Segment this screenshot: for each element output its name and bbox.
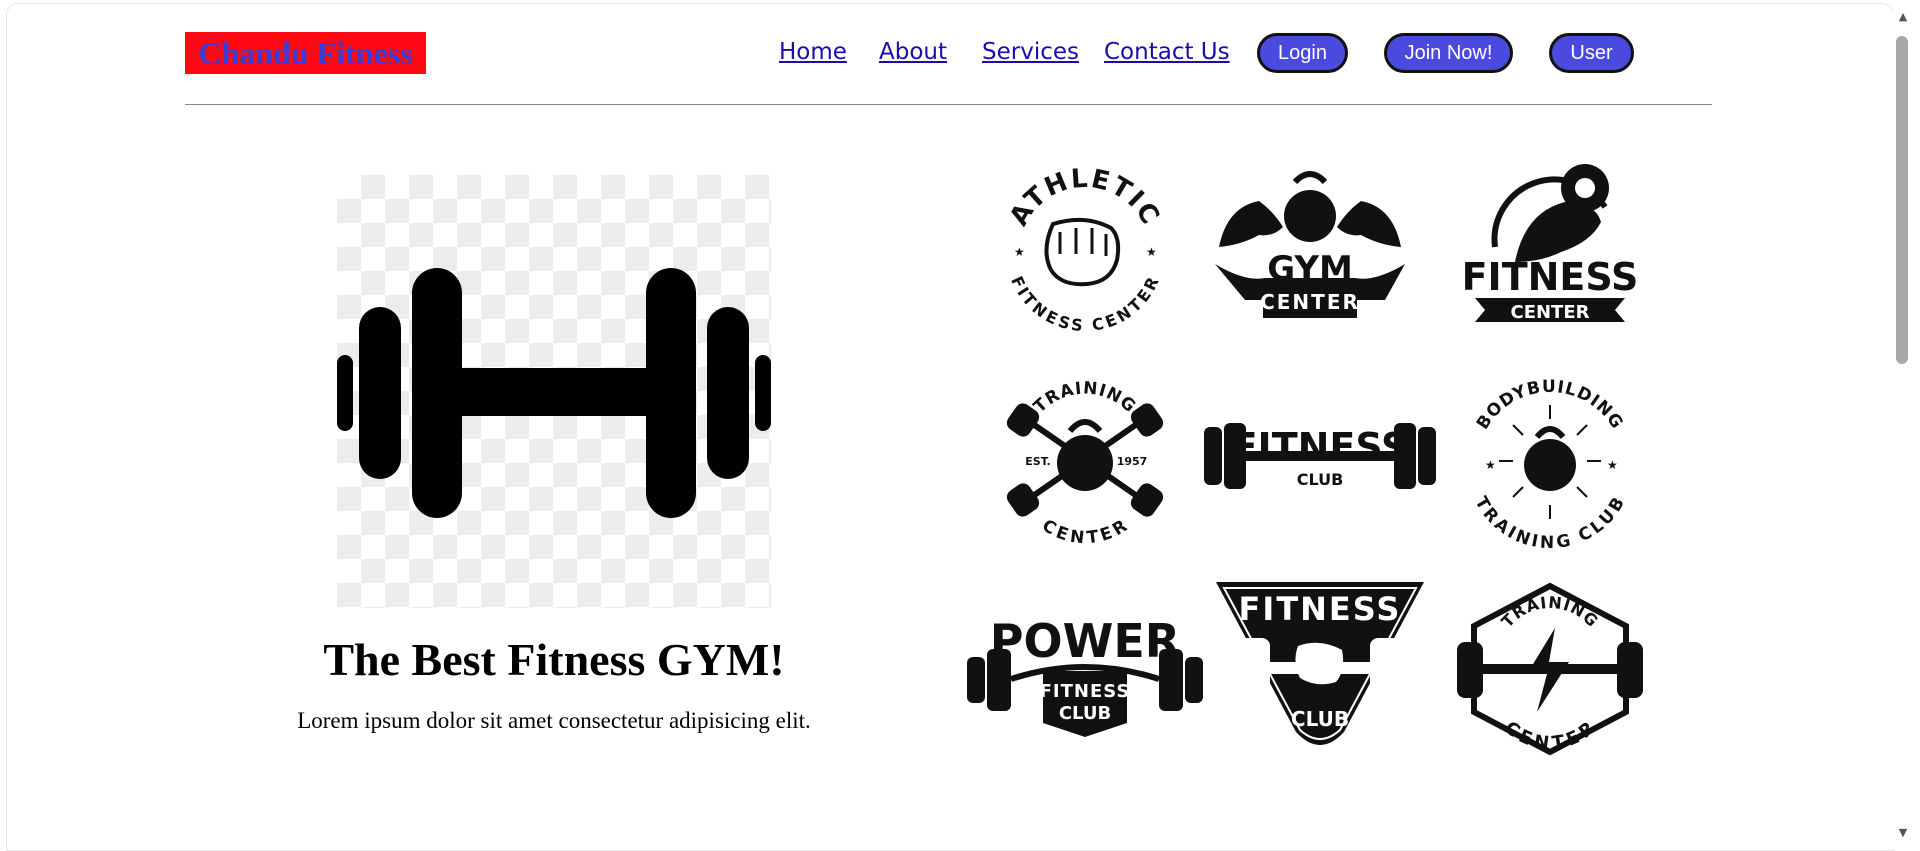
lightning-barbell-icon: TRAINING CENTER	[1457, 582, 1643, 756]
logo-fitness-center: FITNESS CENTER	[1455, 152, 1645, 337]
join-now-button[interactable]: Join Now!	[1384, 33, 1513, 73]
logo-gym-center: GYM CENTER	[1215, 152, 1405, 337]
bicep-dumbbell-icon: FITNESS CENTER	[1462, 164, 1639, 323]
logo-fitness-club: FITNESS CLUB	[1202, 365, 1438, 550]
nav-link-home[interactable]: Home	[779, 37, 847, 67]
logo-athletic-fitness-center: ATHLETIC FITNESS CENTER ★ ★	[990, 152, 1180, 337]
logo-training-center-lightning: TRAINING CENTER	[1455, 580, 1645, 760]
nav-link-services[interactable]: Services	[982, 37, 1079, 67]
svg-text:CENTER: CENTER	[1260, 290, 1360, 314]
svg-text:★: ★	[1146, 245, 1157, 259]
svg-text:★: ★	[1485, 458, 1496, 472]
nav-link-about[interactable]: About	[879, 37, 947, 67]
svg-text:★: ★	[1014, 245, 1025, 259]
svg-text:GYM: GYM	[1267, 249, 1353, 289]
svg-text:POWER: POWER	[990, 614, 1180, 668]
svg-text:FITNESS: FITNESS	[1239, 590, 1402, 628]
fist-icon: ATHLETIC FITNESS CENTER ★ ★	[1004, 164, 1164, 336]
kettlebell-barbells-icon: TRAINING CENTER EST. 1957	[1006, 378, 1164, 549]
dumbbell-image	[337, 175, 771, 608]
nav-link-contact-us[interactable]: Contact Us	[1104, 37, 1230, 67]
logo-training-center: TRAINING CENTER EST. 1957	[990, 365, 1180, 550]
svg-text:FITNESS: FITNESS	[1232, 425, 1409, 469]
scrollbar-thumb[interactable]	[1896, 36, 1908, 364]
barbell-icon: FITNESS CLUB	[1204, 423, 1436, 489]
hand-dumbbell-icon: FITNESS CLUB	[1216, 582, 1424, 745]
scroll-up-arrow-icon[interactable]: ▲	[1896, 10, 1910, 24]
dumbbell-icon	[337, 268, 771, 518]
logo-power-fitness-club: POWER FITNESS CLUB	[967, 575, 1203, 760]
hero-subtitle: Lorem ipsum dolor sit amet consectetur a…	[297, 708, 811, 733]
flexing-arms-kettlebell-icon: GYM CENTER	[1215, 171, 1405, 318]
svg-text:CLUB: CLUB	[1291, 707, 1349, 731]
svg-text:★: ★	[1607, 458, 1618, 472]
login-button[interactable]: Login	[1257, 33, 1348, 73]
kettlebell-sunburst-icon: BODYBUILDING TRAINING CLUB ★ ★	[1471, 377, 1630, 550]
svg-text:TRAINING: TRAINING	[1030, 378, 1140, 417]
hero-title: The Best Fitness GYM!	[323, 634, 785, 685]
svg-text:CLUB: CLUB	[1059, 703, 1111, 724]
svg-text:CLUB: CLUB	[1297, 470, 1344, 489]
svg-text:1957: 1957	[1117, 455, 1148, 468]
logo-fitness-club-hand: FITNESS CLUB	[1214, 580, 1426, 752]
svg-text:CENTER: CENTER	[1510, 302, 1589, 323]
barbell-banner-icon: POWER FITNESS CLUB	[967, 614, 1203, 737]
svg-text:TRAINING CLUB: TRAINING CLUB	[1471, 493, 1630, 550]
svg-text:CENTER: CENTER	[1038, 516, 1131, 549]
brand-logo-text[interactable]: Chandu Fitness	[185, 32, 426, 74]
svg-text:FITNESS: FITNESS	[1040, 681, 1131, 702]
svg-text:FITNESS: FITNESS	[1462, 255, 1639, 299]
header-divider	[185, 104, 1712, 105]
logo-bodybuilding-training-club: BODYBUILDING TRAINING CLUB ★ ★	[1455, 365, 1645, 550]
user-button[interactable]: User	[1549, 33, 1634, 73]
scroll-down-arrow-icon[interactable]: ▼	[1896, 826, 1910, 840]
svg-text:EST.: EST.	[1025, 455, 1050, 468]
